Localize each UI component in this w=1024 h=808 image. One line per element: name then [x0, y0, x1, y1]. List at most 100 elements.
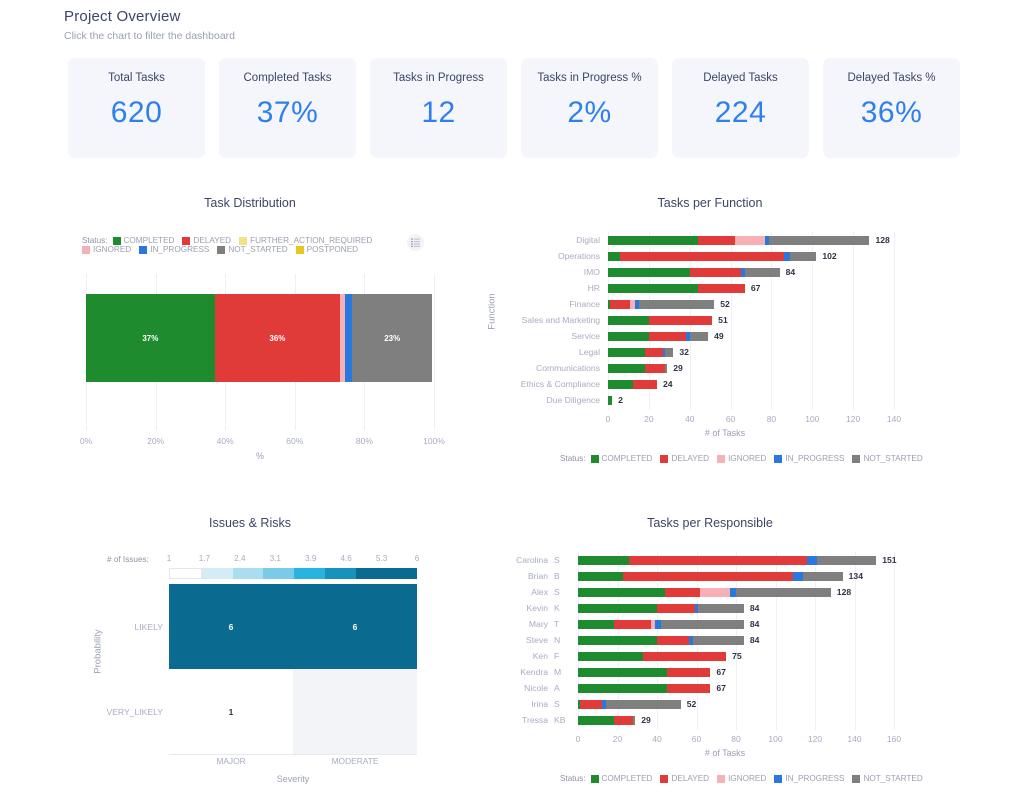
bar-segment[interactable] — [638, 299, 715, 309]
task-distribution-panel[interactable]: Task Distribution Status: COMPLETED DELAYE… — [64, 196, 445, 476]
bar-segment[interactable] — [769, 235, 870, 245]
stacked-bar[interactable]: 37% 36% 23% — [86, 294, 434, 382]
category-label[interactable]: Service — [500, 331, 600, 341]
table-row[interactable] — [608, 251, 894, 261]
category-label[interactable]: Steve — [500, 635, 548, 645]
category-label[interactable]: Ken — [500, 651, 548, 661]
heatmap-cell[interactable]: 6 — [293, 584, 417, 669]
category-label[interactable]: Digital — [500, 235, 600, 245]
legend-item[interactable]: IN_PROGRESS — [139, 245, 209, 254]
table-row[interactable] — [608, 331, 894, 341]
category-label[interactable]: Alex — [500, 587, 548, 597]
kpi-card[interactable]: Completed Tasks 37% — [219, 58, 356, 158]
legend-item[interactable]: COMPLETED — [590, 454, 652, 463]
heatmap-cell[interactable]: 1 — [169, 669, 293, 754]
bar-segment[interactable] — [744, 267, 780, 277]
bar-segment[interactable]: 37% — [86, 294, 215, 382]
category-label[interactable]: Sales and Marketing — [500, 315, 600, 325]
kpi-card[interactable]: Tasks in Progress 12 — [370, 58, 507, 158]
tasks-per-responsible-panel[interactable]: Tasks per Responsible 0 20 40 60 80 100 120 140… — [470, 516, 970, 806]
kpi-card[interactable]: Delayed Tasks % 36% — [823, 58, 960, 158]
bar-segment[interactable] — [608, 315, 649, 325]
bar-segment[interactable] — [793, 571, 804, 581]
heatmap-cell[interactable] — [293, 669, 417, 754]
bar-segment[interactable] — [734, 235, 766, 245]
bar-segment[interactable] — [644, 363, 666, 373]
bar-segment[interactable] — [697, 283, 745, 293]
bar-segment[interactable] — [608, 379, 633, 389]
table-row[interactable] — [608, 235, 894, 245]
bar-segment[interactable] — [578, 683, 667, 693]
bar-segment[interactable] — [789, 251, 817, 261]
bar-segment[interactable] — [578, 619, 614, 629]
table-row[interactable] — [578, 635, 894, 645]
heatmap-cell[interactable]: 6 — [169, 584, 293, 669]
legend-item[interactable]: IGNORED — [82, 245, 131, 254]
category-label[interactable]: Operations — [500, 251, 600, 261]
legend-item[interactable]: COMPLETED — [590, 774, 652, 783]
bar-segment[interactable] — [608, 267, 690, 277]
legend-item[interactable]: IGNORED — [717, 454, 766, 463]
bar-segment[interactable] — [608, 251, 621, 261]
table-row[interactable] — [608, 267, 894, 277]
category-label[interactable]: Tressa — [500, 715, 548, 725]
category-label[interactable]: Ethics & Compliance — [500, 379, 600, 389]
table-row[interactable] — [608, 299, 894, 309]
bar-segment[interactable] — [689, 331, 709, 341]
bar-segment[interactable] — [657, 603, 695, 613]
tasks-per-function-plot[interactable]: 0 20 40 60 80 100 120 140 Digital 128 Operations 10… — [500, 232, 940, 424]
category-label[interactable]: Carolina — [500, 555, 548, 565]
category-label[interactable]: Brian — [500, 571, 548, 581]
bar-segment[interactable] — [633, 715, 636, 725]
bar-segment[interactable] — [608, 347, 645, 357]
bar-segment[interactable] — [608, 331, 649, 341]
legend-item[interactable]: DELAYED — [182, 236, 231, 245]
bar-segment[interactable] — [608, 395, 613, 405]
bar-segment[interactable] — [608, 235, 698, 245]
issues-and-risks-panel[interactable]: Issues & Risks # of Issues: 1 1.7 2.4 3.1 3.… — [64, 516, 464, 806]
bar-segment[interactable] — [648, 315, 713, 325]
kpi-card[interactable]: Tasks in Progress % 2% — [521, 58, 658, 158]
tasks-per-function-panel[interactable]: Tasks per Function Function 0 20 40 60 80 100… — [470, 196, 970, 476]
bar-segment[interactable] — [613, 619, 652, 629]
tasks-per-function-legend[interactable]: Status: COMPLETED DELAYED IGNORED IN_PROGRES… — [560, 454, 980, 463]
bar-segment[interactable]: 36% — [214, 294, 341, 382]
bar-segment[interactable] — [816, 555, 877, 565]
category-label[interactable]: Kendra — [500, 667, 548, 677]
bar-segment[interactable] — [666, 683, 711, 693]
legend-item[interactable]: IGNORED — [717, 774, 766, 783]
bar-segment[interactable] — [578, 571, 624, 581]
issues-heatmap-plot[interactable]: 6 6 1 LIKELY VERY_LIKELY — [106, 584, 417, 755]
bar-segment[interactable] — [578, 715, 614, 725]
bar-segment[interactable] — [803, 571, 843, 581]
bar-segment[interactable] — [648, 331, 686, 341]
table-row[interactable] — [608, 315, 894, 325]
bar-segment[interactable] — [578, 667, 667, 677]
bar-segment[interactable] — [697, 235, 735, 245]
bar-segment[interactable] — [623, 571, 794, 581]
table-row[interactable] — [578, 555, 894, 565]
bar-segment[interactable] — [610, 299, 631, 309]
legend-item[interactable]: DELAYED — [660, 774, 709, 783]
bar-segment[interactable] — [578, 635, 657, 645]
legend-item[interactable]: COMPLETED — [112, 236, 174, 245]
bar-segment[interactable] — [578, 603, 657, 613]
category-label[interactable]: Due Diligence — [500, 395, 600, 405]
bar-segment[interactable] — [665, 347, 674, 357]
bar-segment[interactable] — [698, 603, 744, 613]
category-label[interactable]: Legal — [500, 347, 600, 357]
legend-item[interactable]: IN_PROGRESS — [774, 774, 844, 783]
category-label[interactable]: Finance — [500, 299, 600, 309]
bar-segment[interactable] — [692, 635, 744, 645]
bar-segment[interactable] — [578, 555, 630, 565]
table-row[interactable] — [578, 603, 894, 613]
kpi-card[interactable]: Total Tasks 620 — [68, 58, 205, 158]
bar-segment[interactable] — [608, 283, 698, 293]
bar-segment[interactable] — [664, 587, 701, 597]
table-row[interactable] — [578, 619, 894, 629]
table-row[interactable] — [578, 571, 894, 581]
legend-item[interactable]: DELAYED — [660, 454, 709, 463]
bar-segment[interactable] — [578, 651, 644, 661]
bar-segment[interactable] — [657, 635, 689, 645]
legend-item[interactable]: FURTHER_ACTION_REQUIRED — [239, 236, 372, 245]
